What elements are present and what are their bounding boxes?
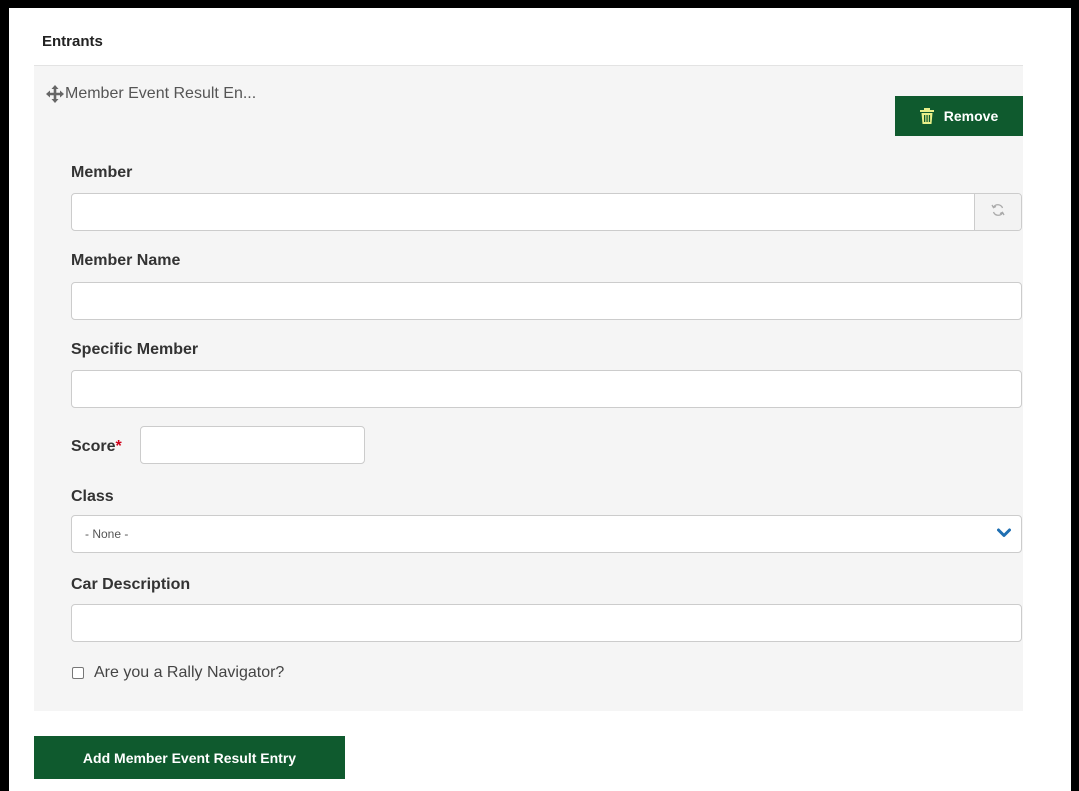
specific-member-input[interactable] — [71, 370, 1022, 408]
trash-icon — [919, 108, 934, 124]
member-label: Member — [71, 164, 133, 181]
add-entry-button[interactable]: Add Member Event Result Entry — [34, 736, 345, 779]
window-frame-left — [0, 0, 9, 791]
rally-navigator-label: Are you a Rally Navigator? — [94, 664, 285, 681]
section-title: Entrants — [42, 33, 103, 50]
score-label: Score* — [71, 438, 122, 456]
member-name-label: Member Name — [71, 252, 181, 269]
score-input[interactable] — [140, 426, 365, 464]
remove-label: Remove — [943, 108, 999, 124]
specific-member-label: Specific Member — [71, 341, 199, 358]
entry-header-title: Member Event Result En... — [65, 85, 257, 102]
rally-navigator-row[interactable]: Are you a Rally Navigator? — [71, 664, 284, 682]
refresh-icon — [991, 203, 1005, 222]
chevron-down-icon — [997, 525, 1011, 543]
class-selected-value: - None - — [85, 527, 129, 541]
score-label-text: Score — [71, 438, 116, 455]
window-frame-right — [1071, 0, 1079, 791]
entry-header: Member Event Result En... — [46, 85, 256, 103]
member-name-input[interactable] — [71, 282, 1022, 320]
class-label: Class — [71, 488, 114, 505]
member-lookup — [71, 193, 1022, 231]
required-marker: * — [115, 438, 122, 455]
member-input[interactable] — [72, 194, 974, 230]
car-description-label: Car Description — [71, 576, 191, 593]
remove-entry-button[interactable]: Remove — [895, 96, 1023, 136]
window-frame-top — [0, 0, 1079, 8]
car-description-input[interactable] — [71, 604, 1022, 642]
move-arrows-icon[interactable] — [46, 85, 64, 103]
rally-navigator-checkbox[interactable] — [72, 667, 84, 679]
class-select[interactable]: - None - — [71, 515, 1022, 553]
refresh-button[interactable] — [974, 194, 1021, 230]
